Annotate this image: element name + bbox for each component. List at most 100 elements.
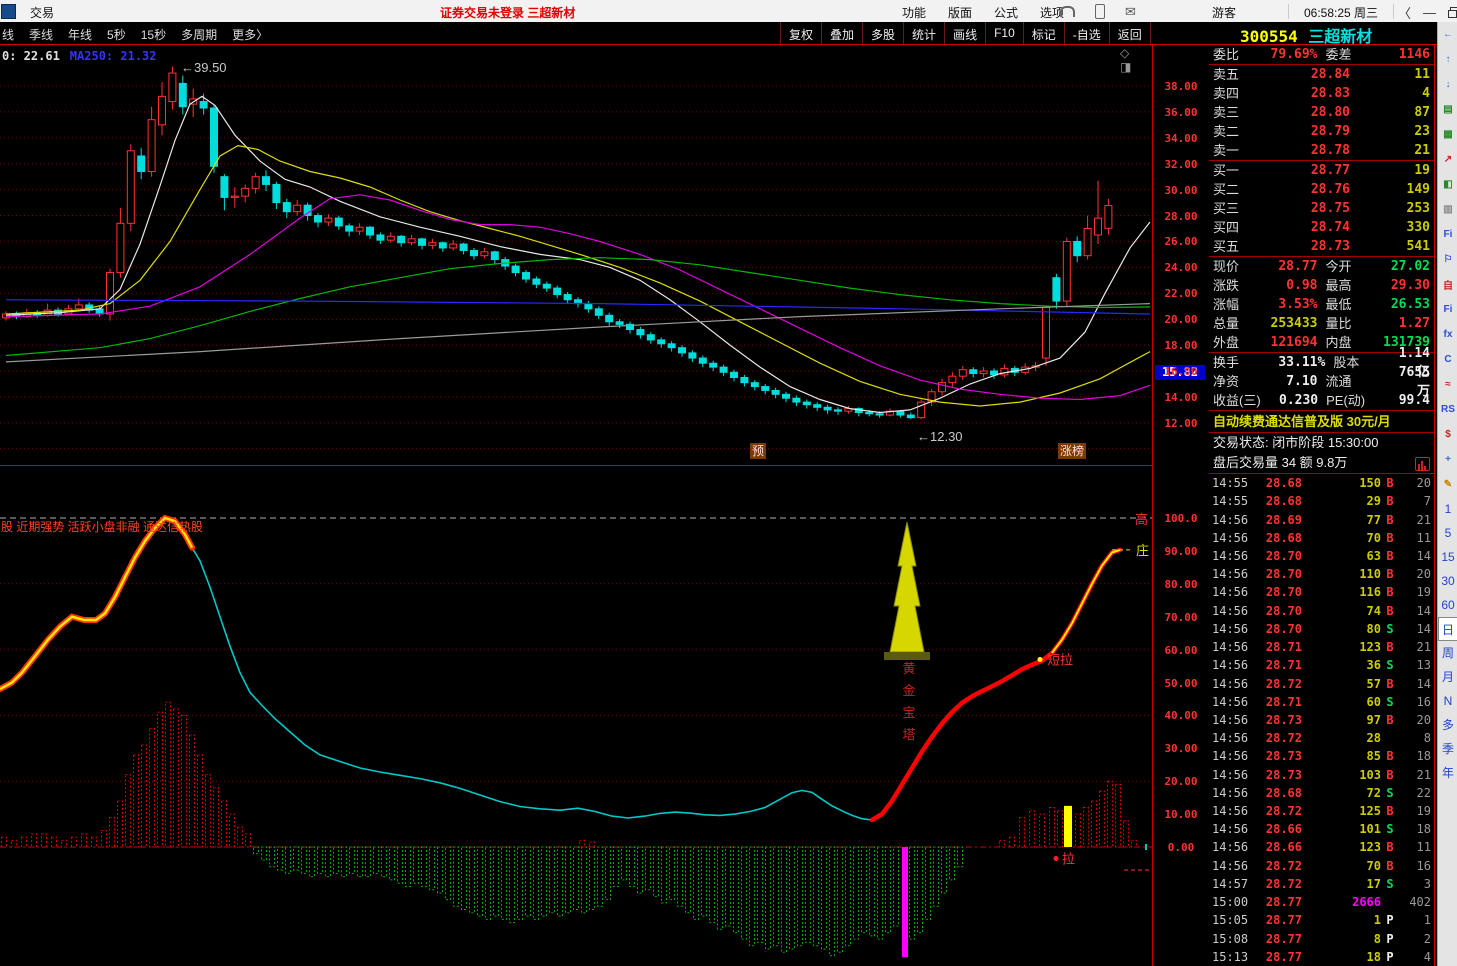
strip-icon[interactable]: fx bbox=[1438, 322, 1457, 347]
main-chart[interactable]: ←39.50←12.30 0: 22.61MA250: 21.32 ◇ ◨ 预 … bbox=[0, 45, 1152, 466]
strip-icon[interactable]: ▤ bbox=[1438, 97, 1457, 122]
strip-icon[interactable]: $ bbox=[1438, 422, 1457, 447]
candle bbox=[928, 389, 935, 406]
indicator-chart[interactable]: 短拉拉高庄 股 近期强势 活跃小盘非融 通达信热股 黄 金 宝 塔 bbox=[0, 466, 1152, 966]
period-button-1[interactable]: 1 bbox=[1438, 497, 1457, 521]
period-shortcut[interactable]: 15秒 bbox=[141, 26, 166, 43]
strip-icon[interactable]: + bbox=[1438, 447, 1457, 472]
tick-row: 14:5628.7080S14 bbox=[1209, 620, 1434, 638]
candle bbox=[564, 292, 571, 304]
period-shortcut[interactable]: 更多〉 bbox=[232, 26, 268, 43]
candle bbox=[460, 243, 467, 255]
strip-icon[interactable]: ▥ bbox=[1438, 197, 1457, 222]
volume-bar-red bbox=[2, 837, 7, 847]
chart-button[interactable]: -自选 bbox=[1065, 22, 1110, 44]
minimize-icon[interactable]: — bbox=[1423, 5, 1436, 20]
period-button-15[interactable]: 15 bbox=[1438, 545, 1457, 569]
menu-公式[interactable]: 公式 bbox=[994, 4, 1018, 21]
period-shortcut[interactable]: 多周期 bbox=[181, 26, 217, 43]
period-shortcut[interactable]: 5秒 bbox=[107, 26, 126, 43]
restore-icon[interactable] bbox=[1448, 7, 1457, 18]
strip-icon[interactable]: ↓ bbox=[1438, 72, 1457, 97]
quote-info-2: 换手33.11%股本1.14亿净资7.10流通7655万收益(三)0.230PE… bbox=[1209, 353, 1434, 411]
period-shortcut[interactable]: 年线 bbox=[68, 26, 92, 43]
tag-ranking[interactable]: 涨榜 bbox=[1058, 443, 1086, 459]
mail-icon[interactable]: ✉ bbox=[1125, 5, 1136, 18]
candle bbox=[377, 232, 384, 244]
candle bbox=[949, 372, 956, 386]
strip-icon[interactable]: 自 bbox=[1438, 272, 1457, 297]
strip-icon[interactable]: ▦ bbox=[1438, 122, 1457, 147]
period-shortcut[interactable]: 线 bbox=[2, 26, 14, 43]
period-button-5[interactable]: 5 bbox=[1438, 521, 1457, 545]
mini-chart-icon[interactable] bbox=[1415, 457, 1430, 471]
subscription-banner[interactable]: 自动续费通达信普及版 30元/月 bbox=[1209, 411, 1434, 432]
menu-trade[interactable]: 交易 bbox=[30, 4, 54, 21]
volume-bar-green bbox=[942, 847, 947, 893]
period-button-30[interactable]: 30 bbox=[1438, 569, 1457, 593]
chart-button[interactable]: 返回 bbox=[1110, 22, 1151, 44]
candle bbox=[44, 304, 51, 317]
strip-icon[interactable]: ≈ bbox=[1438, 372, 1457, 397]
period-shortcut[interactable]: 季线 bbox=[29, 26, 53, 43]
chart-corner-icons[interactable]: ◇ ◨ bbox=[1120, 46, 1152, 74]
user-label[interactable]: 游客 bbox=[1212, 4, 1236, 21]
strip-icon[interactable]: ↑ bbox=[1438, 47, 1457, 72]
volume-bar-red bbox=[246, 834, 251, 847]
period-button-日[interactable]: 日 bbox=[1438, 617, 1457, 641]
menu-版面[interactable]: 版面 bbox=[948, 4, 972, 21]
volume-bar-green bbox=[662, 847, 667, 903]
volume-bar-green bbox=[934, 847, 939, 906]
tick-row: 14:5628.7385B18 bbox=[1209, 747, 1434, 765]
volume-bar-red bbox=[150, 729, 155, 847]
axis-label: 32.00 bbox=[1153, 158, 1209, 171]
chart-buttons: 复权叠加多股统计画线F10标记-自选返回 bbox=[780, 22, 1151, 44]
strip-icon[interactable]: ← bbox=[1438, 22, 1457, 47]
period-button-年[interactable]: 年 bbox=[1438, 761, 1457, 785]
strip-icon[interactable]: RS bbox=[1438, 397, 1457, 422]
candle bbox=[221, 174, 228, 210]
chart-button[interactable]: F10 bbox=[986, 22, 1024, 44]
volume-bar-red bbox=[1100, 791, 1105, 847]
tag-forecast[interactable]: 预 bbox=[750, 443, 766, 459]
candle bbox=[793, 396, 800, 406]
chart-button[interactable]: 多股 bbox=[863, 22, 904, 44]
strip-icon[interactable]: Fi bbox=[1438, 222, 1457, 247]
axis-label: 36.00 bbox=[1153, 106, 1209, 119]
volume-bar-red bbox=[190, 735, 195, 847]
chart-button[interactable]: 叠加 bbox=[822, 22, 863, 44]
period-button-周[interactable]: 周 bbox=[1438, 641, 1457, 665]
menu-功能[interactable]: 功能 bbox=[902, 4, 926, 21]
headset-icon[interactable] bbox=[1060, 6, 1075, 17]
period-button-多[interactable]: 多 bbox=[1438, 713, 1457, 737]
period-button-季[interactable]: 季 bbox=[1438, 737, 1457, 761]
chart-button[interactable]: 复权 bbox=[780, 22, 822, 44]
ask-queue: 卖五28.8411卖四28.834卖三28.8087卖二28.7923卖一28.… bbox=[1209, 65, 1434, 161]
chart-button[interactable]: 统计 bbox=[904, 22, 945, 44]
period-button-月[interactable]: 月 bbox=[1438, 665, 1457, 689]
indicator-line-cyan bbox=[0, 518, 1120, 820]
volume-bar-red bbox=[1124, 821, 1129, 847]
strip-icon[interactable]: ↗ bbox=[1438, 147, 1457, 172]
volume-bar-green bbox=[886, 847, 891, 933]
chart-button[interactable]: 标记 bbox=[1024, 22, 1065, 44]
app-icon bbox=[1, 4, 16, 19]
candle bbox=[907, 412, 914, 418]
candle bbox=[398, 235, 405, 247]
collapse-icon[interactable]: 〈 bbox=[1398, 3, 1411, 22]
candle bbox=[606, 313, 613, 326]
period-button-60[interactable]: 60 bbox=[1438, 593, 1457, 617]
volume-bar-red bbox=[142, 745, 147, 847]
strip-icon[interactable]: Fi bbox=[1438, 297, 1457, 322]
strip-icon[interactable]: ⚐ bbox=[1438, 247, 1457, 272]
period-button-N[interactable]: N bbox=[1438, 689, 1457, 713]
volume-bar-red bbox=[158, 712, 163, 847]
candle bbox=[231, 187, 238, 208]
phone-icon[interactable] bbox=[1095, 4, 1105, 19]
strip-icon[interactable]: C bbox=[1438, 347, 1457, 372]
chart-button[interactable]: 画线 bbox=[945, 22, 986, 44]
tick-list[interactable]: 14:5528.68150B2014:5528.6829B714:5628.69… bbox=[1209, 473, 1434, 966]
signal-bar-magenta bbox=[902, 847, 908, 957]
strip-icon[interactable]: ✎ bbox=[1438, 472, 1457, 497]
strip-icon[interactable]: ◧ bbox=[1438, 172, 1457, 197]
